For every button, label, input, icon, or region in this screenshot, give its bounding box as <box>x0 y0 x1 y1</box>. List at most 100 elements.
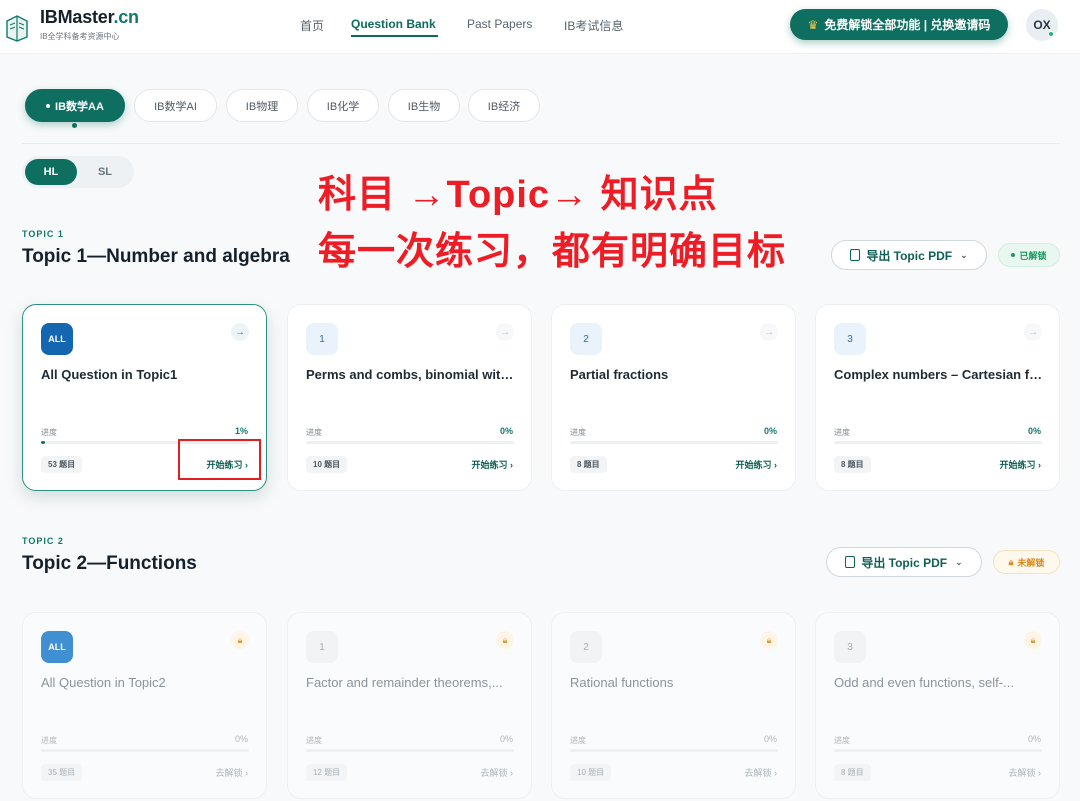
card-number-badge: ALL <box>41 323 73 355</box>
start-practice-link[interactable]: 开始练习 › <box>472 458 514 471</box>
progress-label: 进度 <box>570 736 586 745</box>
arrow-right-icon[interactable]: → <box>1024 323 1042 341</box>
tab-subject-chemistry[interactable]: IB化学 <box>307 89 379 122</box>
nav-ib-exam-info[interactable]: IB考试信息 <box>564 17 623 34</box>
user-avatar[interactable]: OX <box>1026 9 1058 41</box>
topic-1-card-2[interactable]: 2 → Partial fractions 进度 0% 8 题目 开始练习 › <box>551 304 796 491</box>
question-count: 10 题目 <box>570 764 612 781</box>
progress-label: 进度 <box>41 428 57 437</box>
topic-2-export-pdf-button[interactable]: 导出 Topic PDF ⌄ <box>826 547 982 577</box>
question-count: 8 题目 <box>834 456 871 473</box>
lock-icon: 🔒︎ <box>1024 631 1042 649</box>
question-count: 8 题目 <box>834 764 871 781</box>
progress-value: 0% <box>234 734 248 744</box>
question-count: 53 题目 <box>41 456 83 473</box>
card-number-badge: 1 <box>306 631 338 663</box>
unlock-promo-button[interactable]: ♛ 免费解锁全部功能 | 兑换邀请码 <box>790 9 1008 40</box>
online-status-dot <box>1048 31 1054 37</box>
card-number-badge: 3 <box>834 323 866 355</box>
annotation-line-2: 每一次练习，都有明确目标 <box>318 231 787 273</box>
unlocked-dot-icon <box>1011 253 1016 257</box>
card-number-badge: 2 <box>570 323 602 355</box>
start-practice-link[interactable]: 开始练习 › <box>736 458 778 471</box>
section-divider <box>22 143 1060 144</box>
unlock-link[interactable]: 去解锁 › <box>1009 766 1042 779</box>
progress-bar <box>834 441 1042 444</box>
highlight-annotation-box <box>178 439 261 480</box>
question-count: 35 题目 <box>41 764 83 781</box>
nav-question-bank[interactable]: Question Bank <box>351 17 436 31</box>
active-tab-indicator <box>72 123 77 128</box>
card-number-badge: ALL <box>41 631 73 663</box>
tab-subject-physics[interactable]: IB物理 <box>226 89 298 122</box>
unlock-link[interactable]: 去解锁 › <box>216 766 249 779</box>
card-title: Perms and combs, binomial with... <box>306 367 518 382</box>
arrow-right-icon[interactable]: → <box>496 323 514 341</box>
brand-title[interactable]: IBMaster.cn <box>40 7 139 28</box>
lock-icon: 🔒︎ <box>760 631 778 649</box>
lock-icon: 🔒︎ <box>231 631 249 649</box>
progress-value: 1% <box>234 426 248 436</box>
progress-bar <box>834 749 1042 752</box>
card-title: Odd and even functions, self-... <box>834 675 1014 690</box>
arrow-right-icon[interactable]: → <box>231 323 249 341</box>
card-number-badge: 1 <box>306 323 338 355</box>
topic-1-export-pdf-button[interactable]: 导出 Topic PDF ⌄ <box>831 240 987 270</box>
active-bullet-icon <box>46 103 51 108</box>
topic-1-card-3[interactable]: 3 → Complex numbers – Cartesian for... 进… <box>815 304 1060 491</box>
progress-value: 0% <box>1027 426 1041 436</box>
topic-2-card-1[interactable]: 1 🔒︎ Factor and remainder theorems,... 进… <box>287 612 532 799</box>
topic-1-card-1[interactable]: 1 → Perms and combs, binomial with... 进度… <box>287 304 532 491</box>
level-hl-button[interactable]: HL <box>25 159 77 185</box>
tab-subject-economics[interactable]: IB经济 <box>468 89 540 122</box>
topic-1-status-badge: 已解锁 <box>998 243 1060 267</box>
progress-value: 0% <box>763 734 777 744</box>
top-header: IBMaster.cn IB全学科备考资源中心 首页 Question Bank… <box>0 0 1080 54</box>
crown-icon: ♛ <box>807 17 819 32</box>
progress-label: 进度 <box>41 736 57 745</box>
progress-bar-fill <box>41 441 45 444</box>
lock-icon: 🔒︎ <box>496 631 514 649</box>
level-sl-button[interactable]: SL <box>80 159 130 185</box>
topic-1-title: Topic 1—Number and algebra <box>22 246 290 267</box>
progress-value: 0% <box>499 426 513 436</box>
topic-2-card-all[interactable]: ALL 🔒︎ All Question in Topic2 进度 0% 35 题… <box>22 612 267 799</box>
progress-bar <box>570 441 778 444</box>
progress-bar <box>570 749 778 752</box>
progress-bar <box>41 749 249 752</box>
nav-home[interactable]: 首页 <box>300 17 324 34</box>
progress-label: 进度 <box>570 428 586 437</box>
brand-subtitle: IB全学科备考资源中心 <box>40 32 120 41</box>
start-practice-link[interactable]: 开始练习 › <box>1000 458 1042 471</box>
level-toggle: HL SL <box>22 156 134 188</box>
card-title: Rational functions <box>570 675 674 690</box>
progress-bar <box>306 441 514 444</box>
card-title: All Question in Topic1 <box>41 367 178 382</box>
tab-subject-math-aa[interactable]: IB数学AA <box>25 89 125 122</box>
document-icon <box>850 249 861 261</box>
question-count: 12 题目 <box>306 764 348 781</box>
tab-subject-math-ai[interactable]: IB数学AI <box>134 89 217 122</box>
tab-subject-biology[interactable]: IB生物 <box>388 89 460 122</box>
card-title: Factor and remainder theorems,... <box>306 675 503 690</box>
topic-2-kicker: TOPIC 2 <box>22 536 64 546</box>
unlock-link[interactable]: 去解锁 › <box>745 766 778 779</box>
nav-past-papers[interactable]: Past Papers <box>467 17 532 31</box>
unlock-link[interactable]: 去解锁 › <box>481 766 514 779</box>
arrow-right-icon[interactable]: → <box>760 323 778 341</box>
lock-icon: 🔒︎ <box>1008 556 1014 567</box>
chevron-down-icon: ⌄ <box>960 249 968 260</box>
topic-2-status-badge: 🔒︎ 未解锁 <box>993 550 1060 574</box>
topic-2-card-3[interactable]: 3 🔒︎ Odd and even functions, self-... 进度… <box>815 612 1060 799</box>
progress-value: 0% <box>763 426 777 436</box>
progress-label: 进度 <box>306 736 322 745</box>
nav-active-underline <box>351 35 438 37</box>
progress-bar <box>306 749 514 752</box>
progress-value: 0% <box>499 734 513 744</box>
card-title: All Question in Topic2 <box>41 675 166 690</box>
progress-label: 进度 <box>834 736 850 745</box>
topic-2-card-2[interactable]: 2 🔒︎ Rational functions 进度 0% 10 题目 去解锁 … <box>551 612 796 799</box>
topic-2-title: Topic 2—Functions <box>22 553 197 574</box>
book-logo-icon[interactable] <box>4 12 30 42</box>
annotation-line-1: 科目 →Topic→ 知识点 <box>318 174 718 216</box>
